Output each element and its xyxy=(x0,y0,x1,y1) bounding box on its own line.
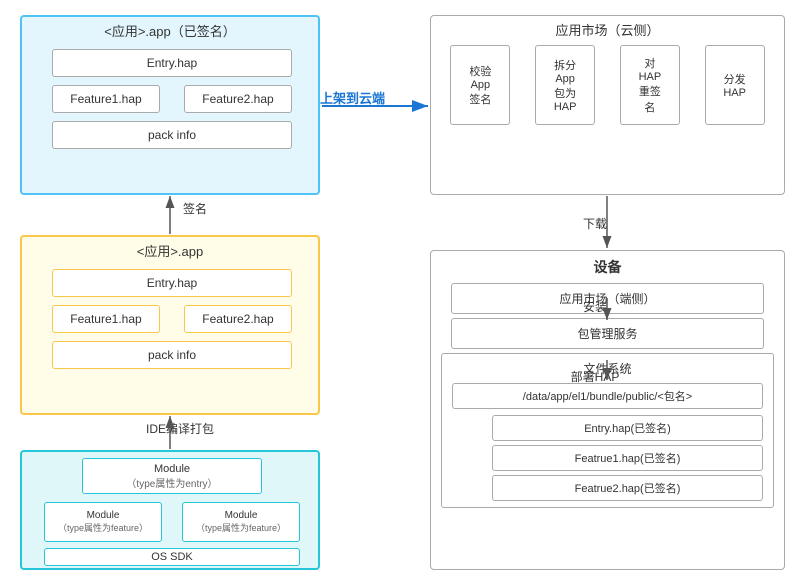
device-file-feature1: Featrue1.hap(已签名) xyxy=(492,445,763,471)
upload-arrow-label: 上架到云端 xyxy=(320,88,385,107)
unsigned-pack-info: pack info xyxy=(52,341,292,369)
device-file-feature2: Featrue2.hap(已签名) xyxy=(492,475,763,501)
device-file-entry: Entry.hap(已签名) xyxy=(492,415,763,441)
cloud-step-resign: 对HAP重签名 xyxy=(620,45,680,125)
cloud-market-box: 应用市场（云侧） 校验App签名 拆分App包为HAP 对HAP重签名 分发HA… xyxy=(430,15,785,195)
signed-feature1-hap: Feature1.hap xyxy=(52,85,160,113)
unsigned-entry-hap: Entry.hap xyxy=(52,269,292,297)
cloud-market-title: 应用市场（云侧） xyxy=(431,16,784,45)
signed-pack-info: pack info xyxy=(52,121,292,149)
unsigned-app-box: <应用>.app Entry.hap Feature1.hap Feature2… xyxy=(20,235,320,415)
module-entry: Module （type属性为entry） xyxy=(82,458,262,494)
signed-entry-hap: Entry.hap xyxy=(52,49,292,77)
device-title: 设备 xyxy=(431,251,784,283)
signed-feature2-hap: Feature2.hap xyxy=(184,85,292,113)
sign-label: 签名 xyxy=(155,200,235,217)
device-path: /data/app/el1/bundle/public/<包名> xyxy=(452,383,763,409)
signed-app-box: <应用>.app（已签名） Entry.hap Feature1.hap Fea… xyxy=(20,15,320,195)
cloud-step-distribute: 分发HAP xyxy=(705,45,765,125)
module-feature-left: Module （type属性为feature） xyxy=(44,502,162,542)
cloud-steps: 校验App签名 拆分App包为HAP 对HAP重签名 分发HAP xyxy=(431,45,784,125)
unsigned-app-title: <应用>.app xyxy=(22,237,318,262)
unsigned-feature2-hap: Feature2.hap xyxy=(184,305,292,333)
module-feature-right: Module （type属性为feature） xyxy=(182,502,300,542)
download-label: 下载 xyxy=(565,215,625,232)
unsigned-feature1-hap: Feature1.hap xyxy=(52,305,160,333)
device-file-list: Entry.hap(已签名) Featrue1.hap(已签名) Featrue… xyxy=(452,415,763,501)
os-sdk: OS SDK xyxy=(44,548,300,566)
deploy-hap-label: 部署HAP xyxy=(565,368,625,385)
device-pkgmgr: 包管理服务 xyxy=(451,318,764,349)
source-box: Module （type属性为entry） Module （type属性为fea… xyxy=(20,450,320,570)
cloud-step-split: 拆分App包为HAP xyxy=(535,45,595,125)
cloud-step-verify: 校验App签名 xyxy=(450,45,510,125)
compile-label: IDE编译打包 xyxy=(120,420,240,437)
signed-app-title: <应用>.app（已签名） xyxy=(22,17,318,42)
install-label: 安装 xyxy=(565,298,625,315)
diagram: <应用>.app（已签名） Entry.hap Feature1.hap Fea… xyxy=(0,0,800,583)
